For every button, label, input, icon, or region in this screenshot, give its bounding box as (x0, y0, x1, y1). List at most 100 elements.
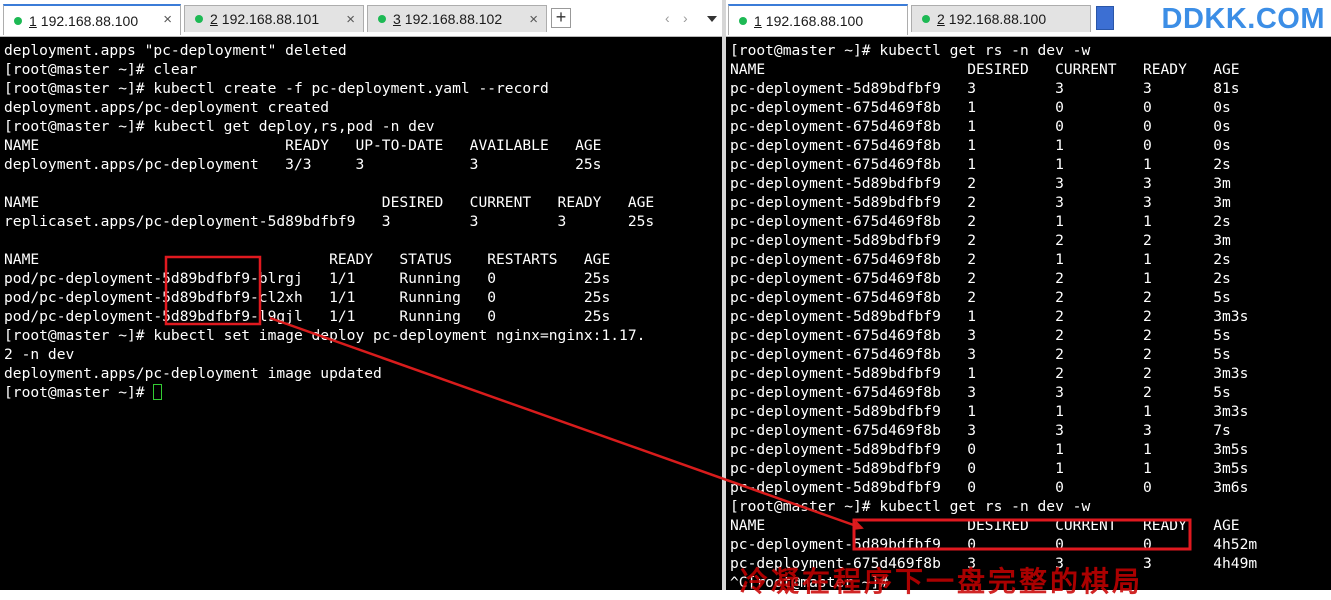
tab-host-label: 192.168.88.101 (221, 11, 320, 27)
terminal-line: pc-deployment-5d89bdfbf9 1 2 2 3m3s (730, 307, 1248, 326)
terminal-line-text: pc-deployment-5d89bdfbf9 2 3 3 3m (730, 194, 1231, 211)
close-tab-icon[interactable]: × (163, 11, 172, 28)
tab-host-label: 192.168.88.100 (40, 12, 139, 29)
terminal-line-text: deployment.apps/pc-deployment created (4, 99, 330, 116)
add-tab-button[interactable]: + (551, 8, 571, 28)
terminal-line-text: NAME READY STATUS RESTARTS AGE (4, 251, 611, 268)
terminal-line-text: pc-deployment-675d469f8b 1 1 1 2s (730, 156, 1231, 173)
terminal-line-text: pc-deployment-675d469f8b 3 3 3 7s (730, 422, 1231, 439)
terminal-line-text: pc-deployment-5d89bdfbf9 0 0 0 3m6s (730, 479, 1249, 496)
close-tab-icon[interactable]: × (529, 11, 538, 28)
right-terminal-pane: 1 192.168.88.100 2 192.168.88.100 DDKK.C… (726, 0, 1331, 590)
terminal-line: pc-deployment-5d89bdfbf9 2 2 2 3m (730, 231, 1231, 250)
terminal-line: pc-deployment-5d89bdfbf9 0 0 0 4h52m (730, 535, 1257, 554)
terminal-line-text: pc-deployment-5d89bdfbf9 2 3 3 3m (730, 175, 1231, 192)
terminal-line-text: pc-deployment-675d469f8b 2 2 2 5s (730, 289, 1231, 306)
tab-number: 2 (937, 11, 945, 27)
terminal-line: deployment.apps "pc-deployment" deleted (4, 41, 347, 60)
terminal-line-text: pc-deployment-5d89bdfbf9 0 0 0 4h52m (730, 536, 1258, 553)
connected-status-icon (14, 16, 22, 25)
terminal-line: pc-deployment-675d469f8b 3 3 3 7s (730, 421, 1231, 440)
connected-status-icon (195, 15, 203, 23)
terminal-line: pc-deployment-675d469f8b 1 1 1 2s (730, 155, 1231, 174)
tab-number: 1 (754, 12, 762, 29)
connected-status-icon (922, 15, 930, 23)
terminal-line: [root@master ~]# clear (4, 60, 197, 79)
terminal-line: pc-deployment-675d469f8b 2 1 1 2s (730, 250, 1231, 269)
terminal-line-text: NAME DESIRED CURRENT READY AGE (730, 517, 1240, 534)
terminal-line: pc-deployment-5d89bdfbf9 2 3 3 3m (730, 174, 1231, 193)
terminal-line-text: [root@master ~]# (4, 384, 154, 401)
terminal-line-text: pc-deployment-675d469f8b 2 2 1 2s (730, 270, 1231, 287)
tab-session-2[interactable]: 2 192.168.88.100 (911, 5, 1091, 32)
tab-host-label: 192.168.88.102 (404, 11, 503, 27)
caption-banner: 冷凝在程序下一盘完整的棋局 (740, 566, 1144, 597)
terminal-line-text: pc-deployment-675d469f8b 3 2 2 5s (730, 346, 1231, 363)
terminal-cursor (153, 384, 163, 400)
terminal-line-text: NAME READY UP-TO-DATE AVAILABLE AGE (4, 137, 602, 154)
tab-host-label: 192.168.88.100 (948, 11, 1047, 27)
tab-session-1[interactable]: 1 192.168.88.100 × (3, 4, 181, 35)
terminal-line-text: replicaset.apps/pc-deployment-5d89bdfbf9… (4, 213, 655, 230)
terminal-line-text: pc-deployment-675d469f8b 3 2 2 5s (730, 327, 1231, 344)
terminal-line-text: 2 -n dev (4, 346, 75, 363)
terminal-line: NAME DESIRED CURRENT READY AGE (730, 60, 1240, 79)
tab-overflow-icon[interactable] (1096, 6, 1114, 30)
terminal-line: pc-deployment-5d89bdfbf9 0 0 0 3m6s (730, 478, 1248, 497)
tab-session-2[interactable]: 2 192.168.88.101 × (184, 5, 364, 32)
terminal-line-text: pc-deployment-5d89bdfbf9 0 1 1 3m5s (730, 441, 1249, 458)
terminal-line-text: pod/pc-deployment-5d89bdfbf9-blrgj 1/1 R… (4, 270, 611, 287)
tab-scroll-right-icon[interactable]: › (683, 10, 688, 26)
terminal-output[interactable]: deployment.apps "pc-deployment" deleted [… (0, 37, 722, 590)
terminal-line: pc-deployment-5d89bdfbf9 2 3 3 3m (730, 193, 1231, 212)
tab-session-1[interactable]: 1 192.168.88.100 (728, 4, 908, 35)
terminal-line: [root@master ~]# kubectl create -f pc-de… (4, 79, 549, 98)
terminal-line-text: pc-deployment-5d89bdfbf9 1 2 2 3m3s (730, 308, 1249, 325)
terminal-line-text: pc-deployment-5d89bdfbf9 1 2 2 3m3s (730, 365, 1249, 382)
terminal-line: pc-deployment-675d469f8b 1 1 0 0s (730, 136, 1231, 155)
terminal-line: pc-deployment-5d89bdfbf9 1 2 2 3m3s (730, 364, 1248, 383)
terminal-line-text: [root@master ~]# kubectl get rs -n dev -… (730, 42, 1091, 59)
terminal-line: [root@master ~]# kubectl get rs -n dev -… (730, 497, 1090, 516)
right-tab-bar: 1 192.168.88.100 2 192.168.88.100 DDKK.C… (726, 0, 1331, 37)
terminal-line: NAME DESIRED CURRENT READY AGE (730, 516, 1240, 535)
terminal-line: pod/pc-deployment-5d89bdfbf9-cl2xh 1/1 R… (4, 288, 610, 307)
tab-number: 1 (29, 12, 37, 29)
terminal-line-text: pc-deployment-675d469f8b 1 0 0 0s (730, 99, 1231, 116)
tab-list-dropdown-icon[interactable] (707, 16, 717, 22)
terminal-line-text: deployment.apps/pc-deployment image upda… (4, 365, 382, 382)
terminal-line: pc-deployment-675d469f8b 2 2 2 5s (730, 288, 1231, 307)
terminal-line-text: [root@master ~]# kubectl set image deplo… (4, 327, 646, 344)
left-terminal-pane: 1 192.168.88.100 × 2 192.168.88.101 × 3 … (0, 0, 722, 590)
terminal-line: [root@master ~]# kubectl get deploy,rs,p… (4, 117, 435, 136)
terminal-line: pc-deployment-675d469f8b 3 2 2 5s (730, 345, 1231, 364)
terminal-line: pc-deployment-5d89bdfbf9 0 1 1 3m5s (730, 459, 1248, 478)
terminal-line-text: NAME DESIRED CURRENT READY AGE (730, 61, 1240, 78)
close-tab-icon[interactable]: × (346, 11, 355, 28)
terminal-line: deployment.apps/pc-deployment 3/3 3 3 25… (4, 155, 601, 174)
terminal-line-text: deployment.apps "pc-deployment" deleted (4, 42, 347, 59)
terminal-line: 2 -n dev (4, 345, 74, 364)
terminal-line: deployment.apps/pc-deployment created (4, 98, 329, 117)
tab-number: 2 (210, 11, 218, 27)
terminal-line-text: pc-deployment-675d469f8b 2 1 1 2s (730, 213, 1231, 230)
connected-status-icon (739, 16, 747, 25)
terminal-line: NAME READY STATUS RESTARTS AGE (4, 250, 610, 269)
tab-scroll-left-icon[interactable]: ‹ (665, 10, 670, 26)
terminal-line-text: pc-deployment-675d469f8b 3 3 2 5s (730, 384, 1231, 401)
terminal-output[interactable]: [root@master ~]# kubectl get rs -n dev -… (726, 37, 1331, 590)
terminal-line-text: [root@master ~]# kubectl create -f pc-de… (4, 80, 549, 97)
terminal-line: [root@master ~]# kubectl get rs -n dev -… (730, 41, 1090, 60)
terminal-line: [root@master ~]# kubectl set image deplo… (4, 326, 645, 345)
terminal-line-text: [root@master ~]# kubectl get deploy,rs,p… (4, 118, 435, 135)
terminal-line: pc-deployment-675d469f8b 2 1 1 2s (730, 212, 1231, 231)
tab-session-3[interactable]: 3 192.168.88.102 × (367, 5, 547, 32)
terminal-line: pc-deployment-675d469f8b 2 2 1 2s (730, 269, 1231, 288)
terminal-line: pc-deployment-675d469f8b 3 2 2 5s (730, 326, 1231, 345)
terminal-line: pc-deployment-5d89bdfbf9 3 3 3 81s (730, 79, 1240, 98)
terminal-line: pc-deployment-675d469f8b 1 0 0 0s (730, 98, 1231, 117)
terminal-line-text: [root@master ~]# clear (4, 61, 198, 78)
tab-number: 3 (393, 11, 401, 27)
terminal-line-text: pc-deployment-675d469f8b 1 1 0 0s (730, 137, 1231, 154)
left-tab-bar: 1 192.168.88.100 × 2 192.168.88.101 × 3 … (0, 0, 722, 37)
